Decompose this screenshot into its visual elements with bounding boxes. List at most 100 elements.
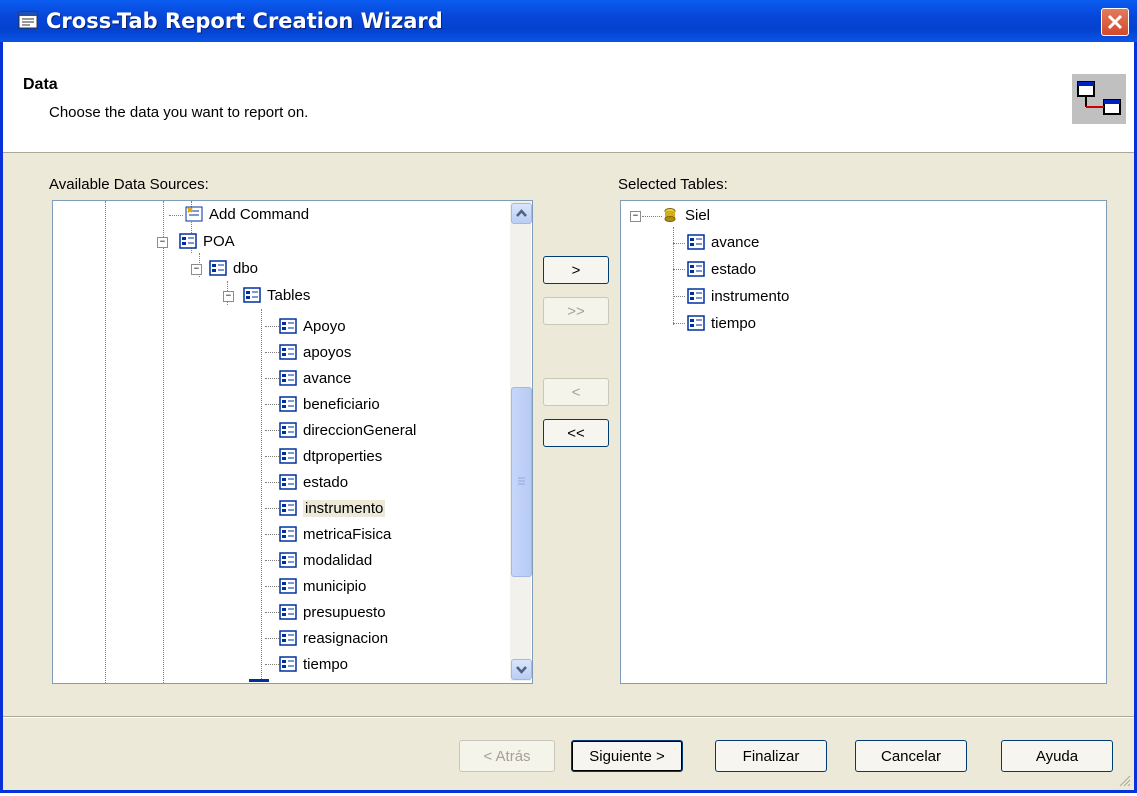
collapse-dbo-toggle[interactable]: −: [191, 264, 202, 275]
database-icon: [179, 233, 197, 249]
tree-item-label: Apoyo: [303, 318, 346, 335]
tree-item-label: dtproperties: [303, 448, 383, 465]
chevron-up-icon: [516, 209, 527, 217]
table-icon: [279, 422, 297, 438]
table-icon: [279, 552, 297, 568]
collapse-tables-toggle[interactable]: −: [223, 291, 234, 302]
table-icon: [279, 578, 297, 594]
collapse-poa-toggle[interactable]: −: [157, 237, 168, 248]
tree-item-label: direccionGeneral: [303, 422, 417, 439]
selected-tables-label: Selected Tables:: [618, 176, 728, 193]
tree-item-table[interactable]: instrumento: [279, 497, 386, 521]
table-icon: [279, 500, 297, 516]
table-icon: [279, 526, 297, 542]
link-tables-icon: [1072, 74, 1126, 124]
tree-item-label: estado: [303, 474, 349, 491]
grip-icon: [518, 477, 525, 485]
tree-item-poa[interactable]: POA: [179, 230, 235, 254]
add-command-icon: [185, 206, 203, 222]
footer-separator: [3, 716, 1134, 718]
window-title: Cross-Tab Report Creation Wizard: [46, 9, 443, 33]
selected-table-item[interactable]: tiempo: [687, 312, 756, 336]
selected-table-item[interactable]: estado: [687, 258, 756, 282]
tree-item-table[interactable]: estado: [279, 471, 348, 495]
tree-item-label: POA: [203, 233, 235, 250]
tree-item-tables[interactable]: Tables: [243, 284, 310, 308]
help-button[interactable]: Ayuda: [1001, 740, 1113, 772]
page-subtitle: Choose the data you want to report on.: [49, 104, 309, 121]
title-bar[interactable]: Cross-Tab Report Creation Wizard: [0, 0, 1137, 42]
next-button[interactable]: Siguiente >: [571, 740, 683, 772]
close-button[interactable]: [1101, 8, 1129, 36]
table-icon: [279, 448, 297, 464]
table-icon: [279, 318, 297, 334]
tree-item-table[interactable]: tiempo: [279, 653, 348, 677]
table-icon: [279, 396, 297, 412]
tree-item-label: Siel: [685, 207, 711, 224]
table-icon: [279, 604, 297, 620]
tree-item-table[interactable]: reasignacion: [279, 627, 388, 651]
vertical-scrollbar[interactable]: [510, 201, 532, 681]
add-all-tables-button[interactable]: >>: [543, 297, 609, 325]
tree-item-label: presupuesto: [303, 604, 386, 621]
tree-item-label: modalidad: [303, 552, 373, 569]
table-icon: [279, 656, 297, 672]
tree-item-add-command[interactable]: Add Command: [185, 203, 309, 227]
cancel-button[interactable]: Cancelar: [855, 740, 967, 772]
tree-item-table[interactable]: dtproperties: [279, 445, 382, 469]
tree-item-label: instrumento: [303, 500, 386, 517]
schema-icon: [209, 260, 227, 276]
tree-item-label: reasignacion: [303, 630, 389, 647]
table-icon: [687, 315, 705, 331]
tree-item-table[interactable]: municipio: [279, 575, 366, 599]
remove-all-tables-button[interactable]: <<: [543, 419, 609, 447]
finish-button[interactable]: Finalizar: [715, 740, 827, 772]
collapse-siel-toggle[interactable]: −: [630, 211, 641, 222]
tree-item-label: Add Command: [209, 206, 310, 223]
tree-item-dbo[interactable]: dbo: [209, 257, 258, 281]
selected-tables-tree[interactable]: − Siel avance estado instrumento tiempo: [620, 200, 1107, 684]
table-icon: [279, 474, 297, 490]
table-icon: [687, 288, 705, 304]
tree-item-label: avance: [711, 234, 760, 251]
tree-item-table[interactable]: Apoyo: [279, 315, 346, 339]
tree-item-label: dbo: [233, 260, 259, 277]
tree-item-label: tiempo: [303, 656, 349, 673]
wizard-header: Data Choose the data you want to report …: [3, 42, 1134, 153]
wizard-window: Cross-Tab Report Creation Wizard Data Ch…: [0, 0, 1137, 793]
tree-item-table[interactable]: beneficiario: [279, 393, 380, 417]
back-button[interactable]: < Atrás: [459, 740, 555, 772]
tree-item-label: Tables: [267, 287, 311, 304]
database-cylinder-icon: [664, 208, 676, 223]
table-icon: [687, 261, 705, 277]
tree-item-siel[interactable]: Siel: [661, 204, 710, 228]
scroll-down-button[interactable]: [511, 659, 532, 680]
tree-item-label: beneficiario: [303, 396, 380, 413]
selected-table-item[interactable]: instrumento: [687, 285, 789, 309]
tree-item-table[interactable]: modalidad: [279, 549, 372, 573]
table-icon: [687, 234, 705, 250]
tree-item-label: metricaFisica: [303, 526, 392, 543]
scroll-up-button[interactable]: [511, 203, 532, 224]
tree-item-label: municipio: [303, 578, 367, 595]
tree-item-table[interactable]: apoyos: [279, 341, 351, 365]
tree-item-table[interactable]: direccionGeneral: [279, 419, 416, 443]
tree-item-label: tiempo: [711, 315, 757, 332]
remove-table-button[interactable]: <: [543, 378, 609, 406]
page-title: Data: [23, 76, 58, 93]
add-table-button[interactable]: >: [543, 256, 609, 284]
tree-item-label: avance: [303, 370, 352, 387]
table-icon: [279, 630, 297, 646]
resize-grip-icon[interactable]: [1117, 773, 1131, 787]
available-sources-tree[interactable]: − − − Add Command POA dbo Tables Apoyo ap…: [52, 200, 533, 684]
scroll-thumb[interactable]: [511, 387, 532, 577]
app-icon: [18, 11, 38, 29]
tree-item-table[interactable]: presupuesto: [279, 601, 386, 625]
folder-tables-icon: [243, 287, 261, 303]
selected-table-item[interactable]: avance: [687, 231, 759, 255]
tree-item-label: instrumento: [711, 288, 790, 305]
tree-item-table[interactable]: avance: [279, 367, 351, 391]
tree-item-table[interactable]: metricaFisica: [279, 523, 391, 547]
table-icon: [279, 344, 297, 360]
tree-item-label: estado: [711, 261, 757, 278]
